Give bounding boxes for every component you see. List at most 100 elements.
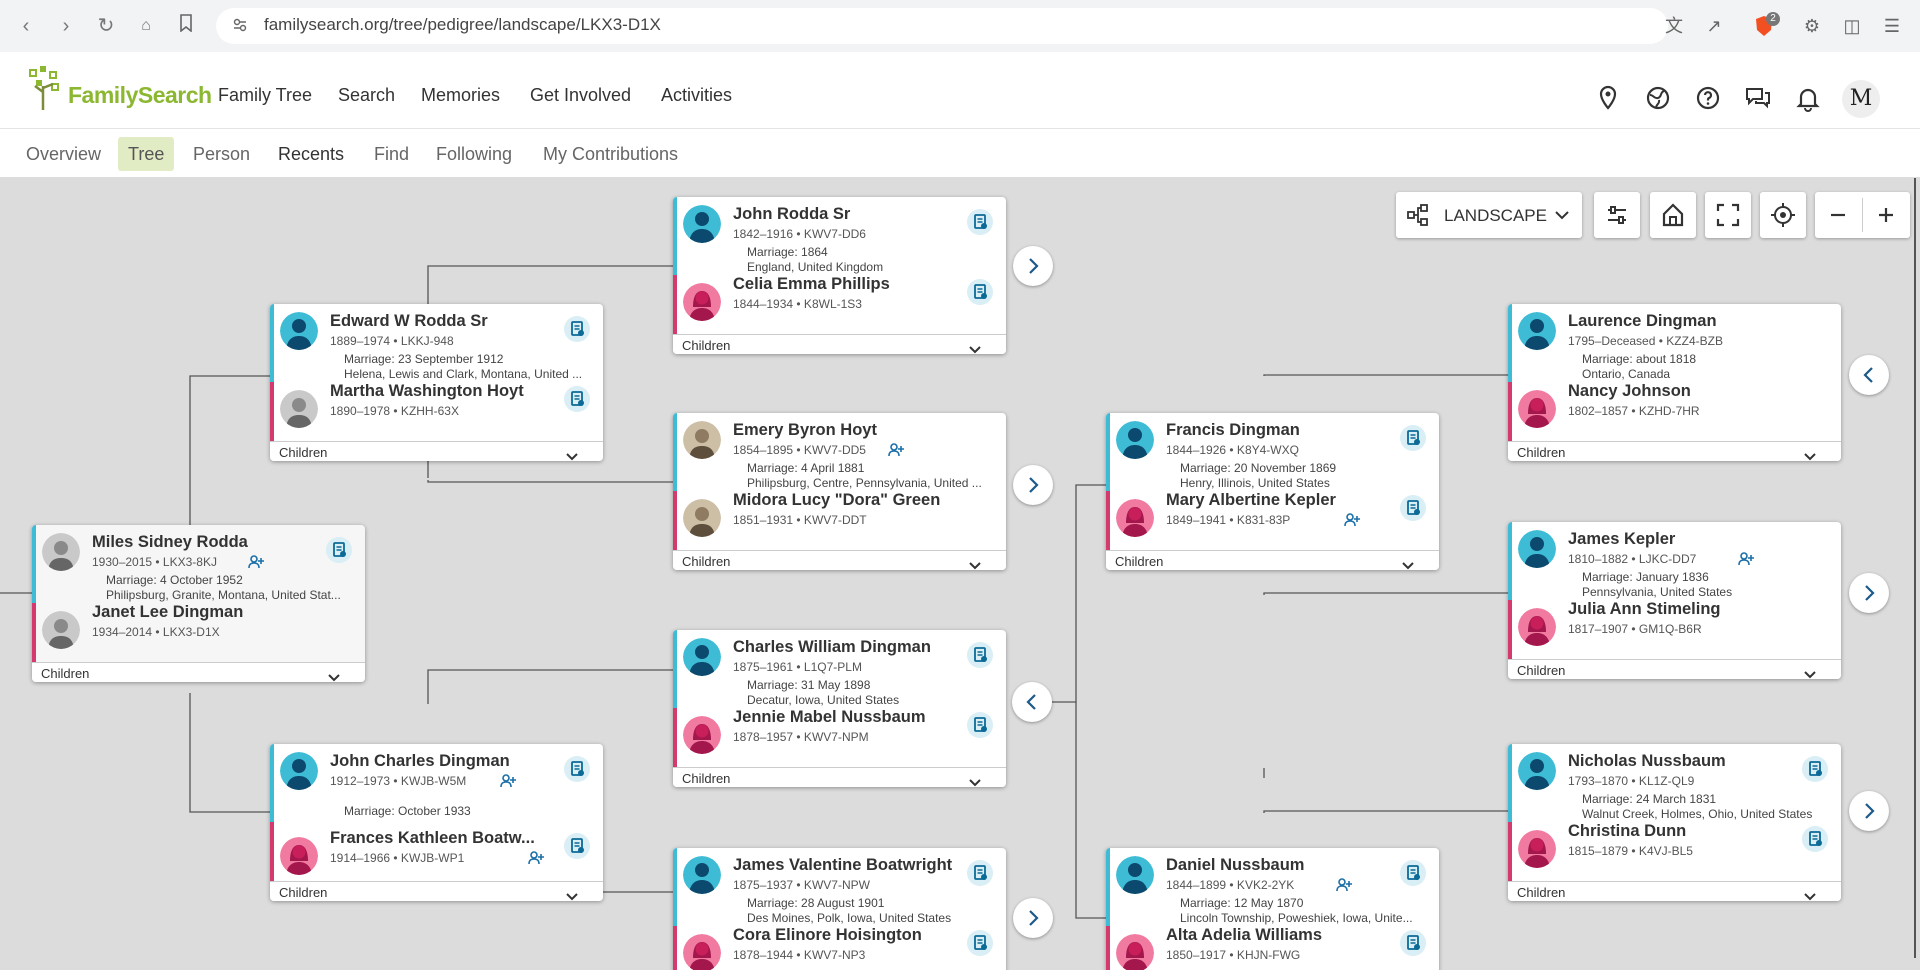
relationship-icon[interactable] — [500, 774, 518, 788]
family-card[interactable]: Daniel Nussbaum 1844–1899 • KVK2-2YK Marri… — [1106, 848, 1439, 970]
relationship-icon[interactable] — [1344, 513, 1362, 527]
family-card[interactable]: Emery Byron Hoyt 1854–1895 • KWV7-DD5 Marr… — [673, 413, 1006, 570]
record-hints-icon[interactable] — [967, 712, 993, 738]
back-icon[interactable]: ‹ — [14, 14, 38, 38]
family-card[interactable]: Nicholas Nussbaum 1793–1870 • KL1Z-QL9 Mar… — [1508, 744, 1841, 901]
site-info-icon[interactable] — [228, 15, 252, 39]
relationship-icon[interactable] — [528, 851, 546, 865]
father-name[interactable]: John Rodda Sr — [733, 205, 850, 224]
tab-find[interactable]: Find — [364, 137, 419, 171]
mother-name[interactable]: Frances Kathleen Boatw... — [330, 829, 535, 848]
tab-recents[interactable]: Recents — [268, 137, 354, 171]
expand-right-button[interactable] — [1849, 573, 1889, 613]
father-name[interactable]: James Kepler — [1568, 530, 1675, 549]
collapse-left-button[interactable] — [1012, 682, 1052, 722]
relationship-icon[interactable] — [888, 443, 906, 457]
mother-photo[interactable] — [1518, 608, 1556, 646]
father-photo[interactable] — [683, 421, 721, 459]
children-dropdown[interactable]: Children — [1508, 881, 1841, 901]
family-card[interactable]: John Charles Dingman 1912–1973 • KWJB-W5M… — [270, 744, 603, 901]
record-hints-icon[interactable] — [564, 386, 590, 412]
settings-button[interactable] — [1594, 192, 1640, 238]
record-hints-icon[interactable] — [1400, 425, 1426, 451]
father-photo[interactable] — [1518, 530, 1556, 568]
mother-name[interactable]: Nancy Johnson — [1568, 382, 1691, 401]
father-photo[interactable] — [683, 638, 721, 676]
record-hints-icon[interactable] — [1802, 826, 1828, 852]
family-card[interactable]: James Kepler 1810–1882 • LJKC-DD7 Marriage… — [1508, 522, 1841, 679]
record-hints-icon[interactable] — [967, 209, 993, 235]
father-name[interactable]: James Valentine Boatwright — [733, 856, 952, 875]
zoom-out-button[interactable] — [1815, 192, 1862, 238]
reload-icon[interactable]: ↻ — [94, 14, 118, 38]
help-icon[interactable] — [1694, 84, 1722, 112]
home-button[interactable] — [1650, 192, 1696, 238]
record-hints-icon[interactable] — [326, 537, 352, 563]
father-photo[interactable] — [1116, 856, 1154, 894]
mother-photo[interactable] — [683, 499, 721, 537]
nav-family-tree[interactable]: Family Tree — [218, 85, 312, 106]
nav-get-involved[interactable]: Get Involved — [530, 85, 631, 106]
sidebar-icon[interactable]: ◫ — [1840, 14, 1864, 38]
record-hints-icon[interactable] — [967, 860, 993, 886]
family-card[interactable]: Edward W Rodda Sr 1889–1974 • LKKJ-948 Mar… — [270, 304, 603, 461]
translate-icon[interactable]: 文 — [1662, 14, 1686, 38]
forward-icon[interactable]: › — [54, 14, 78, 38]
father-photo[interactable] — [1518, 312, 1556, 350]
mother-photo[interactable] — [1116, 499, 1154, 537]
children-dropdown[interactable]: Children — [1508, 659, 1841, 679]
father-photo[interactable] — [683, 856, 721, 894]
expand-right-button[interactable] — [1849, 791, 1889, 831]
familysearch-logo[interactable] — [28, 66, 68, 112]
tab-tree[interactable]: Tree — [118, 137, 175, 171]
father-name[interactable]: Francis Dingman — [1166, 421, 1300, 440]
record-hints-icon[interactable] — [1400, 930, 1426, 956]
father-name[interactable]: Miles Sidney Rodda — [92, 533, 248, 552]
tab-my-contributions[interactable]: My Contributions — [533, 137, 688, 171]
mother-name[interactable]: Jennie Mabel Nussbaum — [733, 708, 926, 727]
tab-overview[interactable]: Overview — [16, 137, 111, 171]
brand-name[interactable]: FamilySearch — [68, 82, 212, 109]
relationship-icon[interactable] — [1738, 552, 1756, 566]
father-name[interactable]: Emery Byron Hoyt — [733, 421, 877, 440]
notifications-icon[interactable] — [1794, 84, 1822, 112]
record-hints-icon[interactable] — [564, 316, 590, 342]
mother-name[interactable]: Alta Adelia Williams — [1166, 926, 1322, 945]
mother-name[interactable]: Celia Emma Phillips — [733, 275, 890, 294]
family-card[interactable]: Charles William Dingman 1875–1961 • L1Q7-… — [673, 630, 1006, 787]
father-photo[interactable] — [280, 752, 318, 790]
mother-photo[interactable] — [42, 611, 80, 649]
mother-photo[interactable] — [1518, 830, 1556, 868]
mother-photo[interactable] — [280, 837, 318, 875]
father-photo[interactable] — [42, 533, 80, 571]
mother-name[interactable]: Mary Albertine Kepler — [1166, 491, 1336, 510]
family-card[interactable]: Laurence Dingman 1795–Deceased • KZZ4-BZB… — [1508, 304, 1841, 461]
record-hints-icon[interactable] — [967, 642, 993, 668]
father-photo[interactable] — [1518, 752, 1556, 790]
children-dropdown[interactable]: Children — [673, 767, 1006, 787]
share-icon[interactable]: ↗ — [1702, 14, 1726, 38]
mother-name[interactable]: Martha Washington Hoyt — [330, 382, 524, 401]
mother-name[interactable]: Cora Elinore Hoisington — [733, 926, 922, 945]
globe-icon[interactable] — [1644, 84, 1672, 112]
view-mode-dropdown[interactable]: LANDSCAPE — [1396, 192, 1582, 238]
messages-icon[interactable] — [1744, 84, 1772, 112]
record-hints-icon[interactable] — [1400, 860, 1426, 886]
father-photo[interactable] — [280, 312, 318, 350]
record-hints-icon[interactable] — [1400, 495, 1426, 521]
father-name[interactable]: Laurence Dingman — [1568, 312, 1717, 331]
menu-icon[interactable]: ☰ — [1880, 14, 1904, 38]
mother-photo[interactable] — [280, 390, 318, 428]
children-dropdown[interactable]: Children — [270, 881, 603, 901]
father-photo[interactable] — [683, 205, 721, 243]
children-dropdown[interactable]: Children — [1508, 441, 1841, 461]
mother-name[interactable]: Janet Lee Dingman — [92, 603, 243, 622]
relationship-icon[interactable] — [1336, 878, 1354, 892]
nav-activities[interactable]: Activities — [661, 85, 732, 106]
mother-name[interactable]: Christina Dunn — [1568, 822, 1686, 841]
family-card[interactable]: James Valentine Boatwright 1875–1937 • KW… — [673, 848, 1006, 970]
record-hints-icon[interactable] — [967, 279, 993, 305]
children-dropdown[interactable]: Children — [1106, 550, 1439, 570]
record-hints-icon[interactable] — [967, 930, 993, 956]
extensions-icon[interactable]: ⚙ — [1800, 14, 1824, 38]
